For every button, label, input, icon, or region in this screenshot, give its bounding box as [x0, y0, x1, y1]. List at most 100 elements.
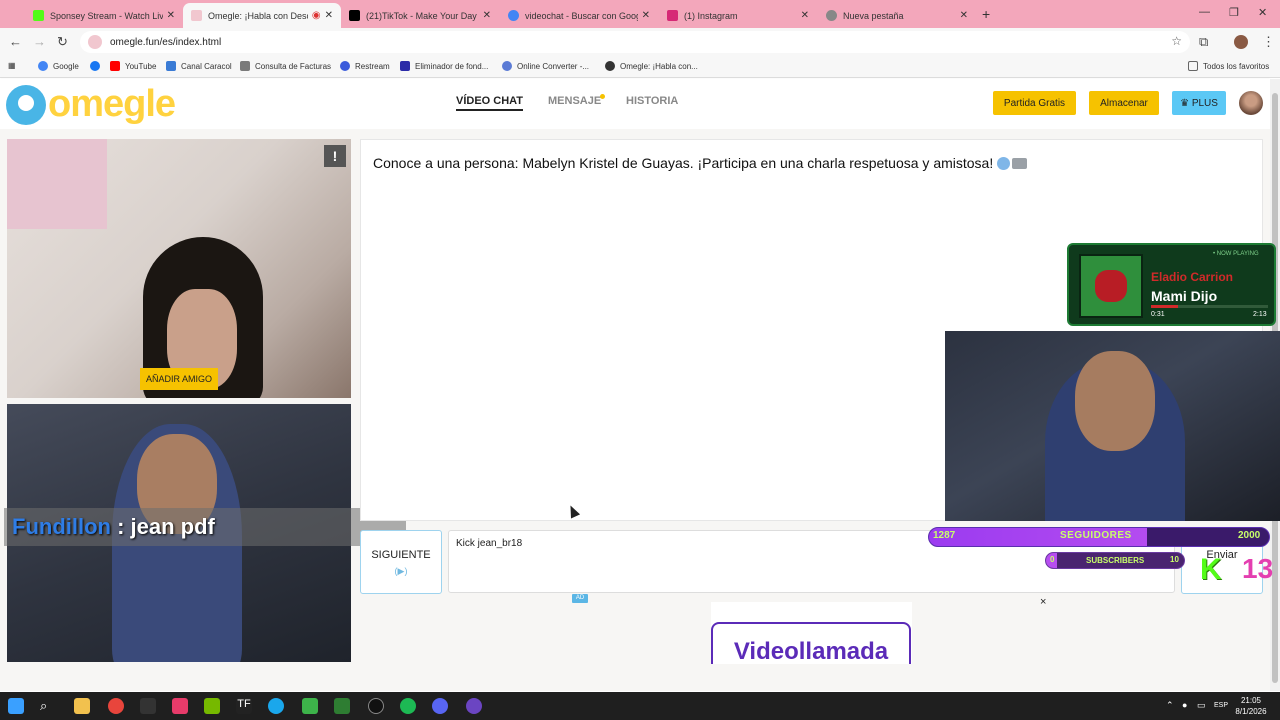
omegle-logo[interactable]: omegle [6, 83, 176, 126]
add-friend-button[interactable]: AÑADIR AMIGO [140, 368, 219, 390]
bookmark-label: Eliminador de fond... [415, 61, 489, 71]
search-icon[interactable]: ⌕ [40, 698, 56, 714]
menu-icon[interactable]: ⋮ [1262, 34, 1275, 50]
nav-video-chat[interactable]: VÍDEO CHAT [456, 95, 524, 111]
tab-title: Sponsey Stream - Watch Live o [50, 10, 163, 21]
tab-new-tab[interactable]: Nueva pestaña ✕ [818, 3, 976, 28]
tab-omegle[interactable]: Omegle: ¡Habla con Descon ◉ ✕ [183, 3, 341, 28]
next-button[interactable]: SIGUIENTE (▶) [360, 530, 442, 594]
tab-title: Nueva pestaña [843, 10, 904, 21]
obs-icon[interactable] [368, 698, 384, 714]
close-icon[interactable]: ✕ [801, 10, 809, 21]
tab-google-search[interactable]: videochat - Buscar con Google ✕ [500, 3, 658, 28]
bookmark-google[interactable]: Google [38, 61, 79, 71]
bookmark-facturas[interactable]: Consulta de Facturas [240, 61, 331, 71]
language-indicator[interactable]: ESP [1214, 702, 1228, 709]
youtube-icon [110, 61, 120, 71]
bookmark-restream[interactable]: Restream [340, 61, 390, 71]
spotify-icon[interactable] [400, 698, 416, 714]
site-header: omegle VÍDEO CHAT MENSAJE HISTORIA Parti… [0, 79, 1270, 129]
tab-title: (21)TikTok - Make Your Day [366, 10, 477, 21]
tab-instagram[interactable]: (1) Instagram ✕ [659, 3, 817, 28]
bookmark-canal-caracol[interactable]: Canal Caracol [166, 61, 232, 71]
nvidia-icon[interactable] [204, 698, 220, 714]
file-explorer-icon[interactable] [74, 698, 90, 714]
minimize-icon[interactable]: — [1199, 6, 1210, 18]
bookmark-star-icon[interactable]: ☆ [1171, 34, 1182, 48]
url-text: omegle.fun/es/index.html [110, 36, 222, 48]
streaming-app-icon[interactable] [466, 698, 482, 714]
bookmark-omegle[interactable]: Omegle: ¡Habla con... [605, 61, 698, 71]
chat-intro-message: Conoce a una persona: Mabelyn Kristel de… [373, 155, 1028, 171]
browser-tab-bar: Sponsey Stream - Watch Live o ✕ Omegle: … [0, 0, 1280, 28]
bookmark-converter[interactable]: Online Converter -... [502, 61, 589, 71]
apps-icon[interactable]: ▦ [8, 61, 16, 70]
clock-date: 8/1/2026 [1235, 707, 1267, 716]
window-close-icon[interactable]: ✕ [1258, 6, 1267, 19]
chrome-icon [826, 10, 837, 21]
logo-bubble-icon [6, 84, 46, 125]
discord-icon[interactable] [432, 698, 448, 714]
followers-target: 2000 [1238, 530, 1261, 541]
close-icon[interactable]: ✕ [167, 10, 175, 21]
restore-icon[interactable]: ❐ [1229, 6, 1239, 19]
plus-label: PLUS [1191, 97, 1218, 109]
chrome-icon[interactable] [108, 698, 124, 714]
notification-dot [600, 94, 605, 99]
tiktok-app-icon[interactable] [172, 698, 188, 714]
nav-message[interactable]: MENSAJE [548, 95, 601, 107]
close-icon[interactable]: ✕ [325, 10, 333, 21]
url-field[interactable]: omegle.fun/es/index.html ☆ [80, 31, 1190, 53]
tab-tiktok[interactable]: (21)TikTok - Make Your Day ✕ [341, 3, 499, 28]
system-clock[interactable]: 21:05 8/1/2026 [1228, 695, 1274, 717]
avatar[interactable] [1239, 91, 1263, 115]
nav-history[interactable]: HISTORIA [626, 95, 678, 107]
tf-icon[interactable]: TF [236, 698, 252, 714]
close-icon[interactable]: ✕ [642, 10, 650, 21]
extensions-icon[interactable]: ⧉ [1199, 34, 1208, 50]
tray-chevron-icon[interactable]: ⌃ [1166, 700, 1174, 711]
chat-icon [1012, 158, 1028, 169]
overlay-username: Fundillon [12, 514, 111, 539]
terminal-icon[interactable] [334, 698, 350, 714]
forward-icon[interactable]: → [33, 34, 46, 49]
bookmark-facebook[interactable] [90, 61, 105, 71]
streamer-face [1075, 351, 1155, 451]
tab-title: videochat - Buscar con Google [525, 10, 638, 21]
app-icon[interactable] [302, 698, 318, 714]
all-favorites-label: Todos los favoritos [1203, 61, 1270, 71]
now-playing-tag: • NOW PLAYING [1213, 251, 1259, 257]
cod-icon[interactable] [140, 698, 156, 714]
subs-current: 0 [1050, 555, 1055, 564]
free-game-button[interactable]: Partida Gratis [993, 91, 1076, 115]
report-button[interactable]: ! [324, 145, 346, 167]
caracol-icon [166, 61, 176, 71]
clock-time: 21:05 [1240, 696, 1262, 705]
windows-start-icon[interactable] [8, 698, 24, 714]
network-icon[interactable]: ▭ [1197, 700, 1206, 711]
ad-close-icon[interactable]: × [1040, 596, 1046, 608]
plus-button[interactable]: ♛ PLUS [1172, 91, 1226, 115]
bookmark-label: Restream [355, 61, 390, 71]
microphone-icon[interactable]: ● [1182, 700, 1187, 710]
crown-icon: ♛ [1180, 97, 1192, 109]
close-icon[interactable]: ✕ [960, 10, 968, 21]
edge-icon[interactable] [268, 698, 284, 714]
reload-icon[interactable]: ↻ [57, 34, 68, 50]
kick-icon [33, 10, 44, 21]
profile-icon[interactable] [1234, 35, 1248, 49]
store-button[interactable]: Almacenar [1089, 91, 1159, 115]
tab-sponsey[interactable]: Sponsey Stream - Watch Live o ✕ [25, 3, 183, 28]
new-tab-icon[interactable]: + [982, 6, 990, 22]
omegle-icon [191, 10, 202, 21]
back-icon[interactable]: ← [9, 34, 22, 49]
bookmark-label: Consulta de Facturas [255, 61, 332, 71]
bookmark-eliminador[interactable]: Eliminador de fond... [400, 61, 488, 71]
close-icon[interactable]: ✕ [483, 10, 491, 21]
tab-title: (1) Instagram [684, 10, 738, 21]
bookmark-youtube[interactable]: YouTube [110, 61, 156, 71]
ad-videollamada-button[interactable]: Videollamada [711, 622, 911, 664]
all-favorites[interactable]: Todos los favoritos [1188, 61, 1269, 71]
kick-count: 13 [1242, 553, 1274, 584]
site-info-icon[interactable] [88, 35, 102, 49]
